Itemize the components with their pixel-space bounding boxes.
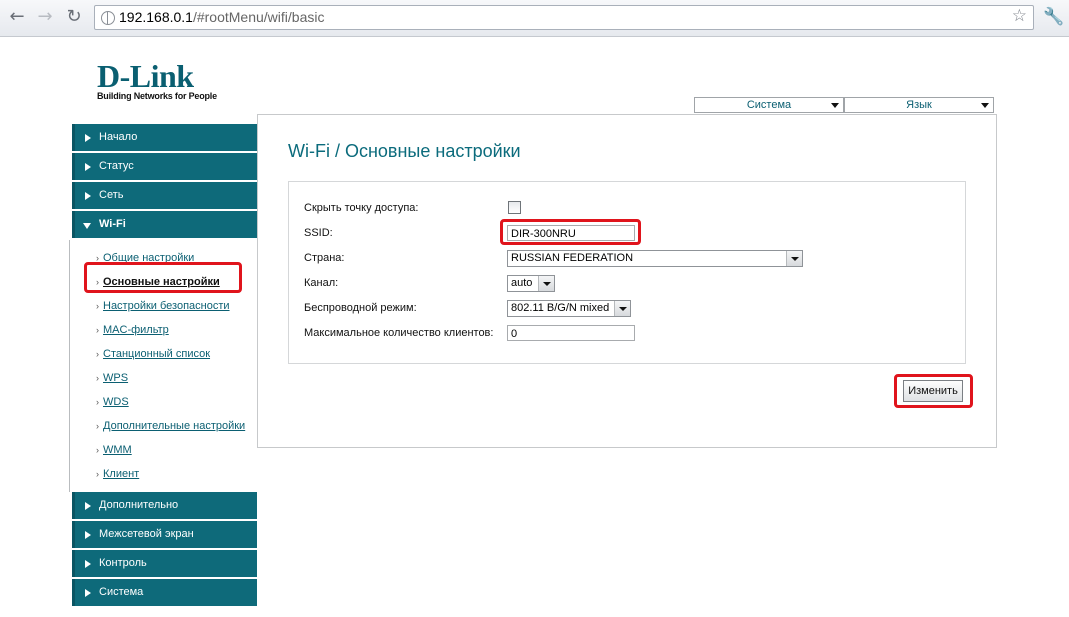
chevron-down-icon [786,251,802,266]
submenu-item-label: MAC-фильтр [103,324,169,336]
language-menu-label: Язык [906,99,932,111]
chevron-down-icon [831,103,839,108]
bullet-icon: › [96,469,99,479]
country-label: Страна: [304,252,345,264]
sidebar-item-label: Контроль [99,557,147,569]
chevron-down-icon [614,301,630,316]
submenu-item-label: WDS [103,396,129,408]
sidebar-item-label: Система [99,586,144,598]
mode-label: Беспроводной режим: [304,302,417,314]
bullet-icon: › [96,325,99,335]
globe-icon [101,11,115,25]
sidebar-item-label: Статус [99,160,134,172]
channel-label: Канал: [304,277,339,289]
submenu-item-label: Настройки безопасности [103,300,230,312]
sidebar-item-firewall[interactable]: Межсетевой экран [72,521,257,548]
reload-icon[interactable]: ↻ [63,6,85,28]
logo-tagline: Building Networks for People [97,91,217,101]
mode-select[interactable]: 802.11 B/G/N mixed [507,300,631,317]
submenu-item-label: Клиент [103,468,140,480]
hide-ap-checkbox[interactable] [508,201,521,214]
url-host: 192.168.0.1 [119,9,193,25]
dlink-logo: D-Link Building Networks for People [97,60,217,101]
sidebar-item-label: Сеть [99,189,124,201]
highlight-frame [500,219,641,245]
channel-select[interactable]: auto [507,275,555,292]
chevron-down-icon [981,103,989,108]
hide-ap-label: Скрыть точку доступа: [304,202,419,214]
max-clients-label: Максимальное количество клиентов: [304,327,494,339]
highlight-frame [84,262,242,293]
channel-value: auto [511,277,533,289]
bullet-icon: › [96,445,99,455]
country-value: RUSSIAN FEDERATION [511,252,634,264]
settings-form: Скрыть точку доступа: SSID: DIR-300NRU С… [288,181,966,364]
arrow-right-icon [85,192,91,200]
arrow-right-icon [85,560,91,568]
arrow-right-icon [85,531,91,539]
sidebar-item-network[interactable]: Сеть [72,182,257,209]
logo-brand: D-Link [97,58,194,94]
system-menu[interactable]: Система [694,97,844,113]
max-clients-input[interactable]: 0 [507,325,635,341]
arrow-right-icon [85,134,91,142]
sidebar-item-label: Межсетевой экран [99,528,194,540]
submenu-item-label: Станционный список [103,348,211,360]
submenu-item-wds[interactable]: › WDS [72,390,257,414]
highlight-frame [894,374,973,408]
arrow-right-icon [85,502,91,510]
sidebar-item-label: Дополнительно [99,499,179,511]
content-panel: Wi-Fi / Основные настройки Скрыть точку … [257,114,997,448]
sidebar-item-system[interactable]: Система [72,579,257,606]
submenu-divider [69,240,70,492]
arrow-left-icon[interactable]: ← [6,6,28,28]
submenu-item-label: Дополнительные настройки [103,420,246,432]
bullet-icon: › [96,373,99,383]
sidebar-item-status[interactable]: Статус [72,153,257,180]
system-menu-label: Система [746,99,792,111]
submenu-item-advanced[interactable]: › Дополнительные настройки [72,414,257,438]
submenu-item-client[interactable]: › Клиент [72,462,257,486]
mode-value: 802.11 B/G/N mixed [511,302,610,314]
sidebar-item-home[interactable]: Начало [72,124,257,151]
chevron-down-icon [538,276,554,291]
browser-toolbar: ← → ↻ 192.168.0.1/#rootMenu/wifi/basic ☆… [0,0,1069,37]
submenu-item-station-list[interactable]: › Станционный список [72,342,257,366]
sidebar-item-advanced[interactable]: Дополнительно [72,492,257,519]
country-select[interactable]: RUSSIAN FEDERATION [507,250,803,267]
sidebar: Начало Статус Сеть Wi-Fi › Общие настройк… [69,124,257,608]
star-icon[interactable]: ☆ [1012,6,1027,26]
submenu-item-security[interactable]: › Настройки безопасности [72,294,257,318]
bullet-icon: › [96,349,99,359]
url-path: /#rootMenu/wifi/basic [192,9,325,25]
sidebar-item-label: Wi-Fi [99,218,126,230]
bullet-icon: › [96,421,99,431]
bullet-icon: › [96,301,99,311]
address-bar[interactable]: 192.168.0.1/#rootMenu/wifi/basic ☆ [94,5,1034,30]
submenu-item-mac-filter[interactable]: › MAC-фильтр [72,318,257,342]
bullet-icon: › [96,397,99,407]
arrow-right-icon [85,589,91,597]
sidebar-item-control[interactable]: Контроль [72,550,257,577]
arrow-right-icon[interactable]: → [34,6,56,28]
submenu-item-wmm[interactable]: › WMM [72,438,257,462]
submenu-item-label: WMM [103,444,132,456]
sidebar-item-label: Начало [99,131,138,143]
url-text[interactable]: 192.168.0.1/#rootMenu/wifi/basic [119,9,324,25]
arrow-down-icon [83,223,91,229]
page-title: Wi-Fi / Основные настройки [288,141,521,161]
submenu-item-label: WPS [103,372,129,384]
ssid-label: SSID: [304,227,333,239]
sidebar-item-wifi[interactable]: Wi-Fi [72,211,257,238]
submenu-item-wps[interactable]: › WPS [72,366,257,390]
wrench-icon[interactable]: 🔧 [1043,7,1064,27]
arrow-right-icon [85,163,91,171]
language-menu[interactable]: Язык [844,97,994,113]
